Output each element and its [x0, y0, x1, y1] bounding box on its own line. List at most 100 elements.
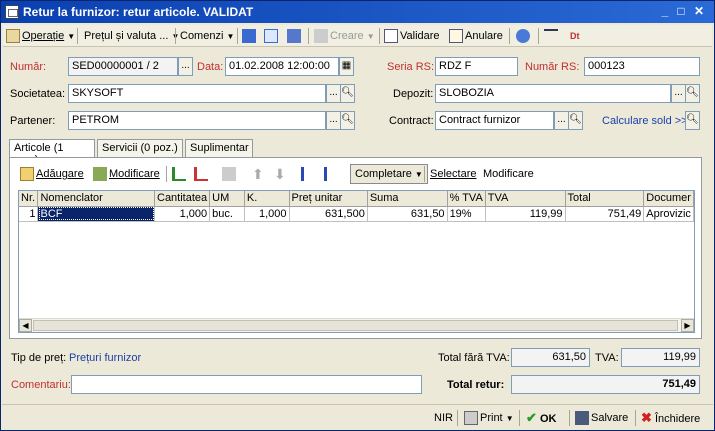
anulare-button[interactable]: Anulare: [449, 27, 503, 45]
total-retur-label: Total retur:: [447, 379, 505, 391]
disabled-icon[interactable]: [222, 165, 238, 183]
column-header[interactable]: Nomenclator: [37, 191, 155, 207]
dt-ct-icon[interactable]: Dt: [570, 27, 580, 45]
table-cell[interactable]: 751,49: [565, 206, 645, 222]
comentariu-field[interactable]: [71, 375, 422, 394]
data-label: Data:: [197, 61, 224, 73]
depozit-browse-button[interactable]: ...: [671, 84, 686, 103]
tab-servicii[interactable]: Servicii (0 poz.): [97, 139, 183, 157]
window-icon: [5, 5, 19, 19]
maximize-icon[interactable]: □: [673, 4, 689, 19]
document-icon[interactable]: [264, 27, 280, 45]
move-up-icon[interactable]: ⬆: [252, 165, 264, 183]
column-header[interactable]: Nr.: [19, 191, 39, 207]
checkmark-icon: ✔: [526, 410, 537, 425]
table-cell[interactable]: 119,99: [485, 206, 566, 222]
comenzi-label: Comenzi: [180, 30, 224, 42]
filter-icon[interactable]: [544, 27, 560, 45]
societatea-field[interactable]: SKYSOFT: [68, 84, 326, 103]
modificare-button[interactable]: Modificare: [93, 165, 160, 183]
table-row[interactable]: 1 BCF 1,000 buc. 1,000 631,500 631,50 19…: [19, 206, 694, 222]
modificare2-label: Modificare: [483, 168, 534, 180]
ok-button[interactable]: ✔ OK: [526, 409, 556, 427]
completare-dropdown[interactable]: Completare ▼: [350, 164, 428, 184]
numar-browse-button[interactable]: ...: [178, 57, 193, 76]
partener-browse-button[interactable]: ...: [326, 111, 341, 130]
societatea-search-icon[interactable]: 🔍︎: [340, 84, 355, 103]
scroll-thumb[interactable]: [33, 320, 678, 331]
partener-field[interactable]: PETROM: [68, 111, 326, 130]
column-header[interactable]: Documer: [643, 191, 694, 207]
close-icon[interactable]: ✕: [691, 4, 707, 19]
minimize-icon[interactable]: _: [657, 4, 673, 19]
column-header[interactable]: Cantitatea: [154, 191, 211, 207]
print-button[interactable]: Print ▼: [464, 409, 514, 427]
table-cell[interactable]: 19%: [447, 206, 486, 222]
column-header[interactable]: TVA: [485, 191, 566, 207]
total-fara-tva-label: Total fără TVA:: [438, 352, 510, 364]
table-cell[interactable]: Aprovizic: [643, 206, 694, 222]
pret-valuta-menu[interactable]: Prețul și valuta ... ▼: [84, 27, 179, 45]
add-icon: [20, 167, 34, 182]
table-cell[interactable]: 1,000: [154, 206, 211, 222]
nir-button[interactable]: NIR: [434, 409, 453, 427]
adaugare-button[interactable]: Adăugare: [20, 165, 84, 183]
contract-browse-button[interactable]: ...: [554, 111, 569, 130]
data-field[interactable]: 01.02.2008 12:00:00: [225, 57, 339, 76]
salvare-button[interactable]: Salvare: [575, 409, 628, 427]
comenzi-menu[interactable]: Comenzi ▼: [180, 27, 234, 45]
window: Retur la furnizor: retur articole. VALID…: [0, 0, 715, 431]
modificare2-button[interactable]: Modificare: [483, 165, 534, 183]
selectare-button[interactable]: Selectare: [430, 165, 476, 183]
tip-pret-link[interactable]: Prețuri furnizor: [69, 352, 141, 364]
column-header[interactable]: Preț unitar: [289, 191, 368, 207]
table-cell[interactable]: 631,500: [289, 206, 368, 222]
column-header[interactable]: UM: [209, 191, 245, 207]
tab-suplimentar[interactable]: Suplimentar: [185, 139, 253, 157]
seria-rs-field[interactable]: RDZ F: [435, 57, 518, 76]
main-toolbar: Operație ▼ Prețul și valuta ... ▼ Comenz…: [3, 25, 712, 47]
table-cell[interactable]: buc.: [209, 206, 245, 222]
depozit-search-icon[interactable]: 🔍︎: [685, 84, 700, 103]
operation-icon: [6, 29, 20, 44]
sort-desc-icon[interactable]: [324, 165, 340, 183]
calendar-icon[interactable]: ▦: [339, 57, 354, 76]
table-cell[interactable]: 1,000: [244, 206, 290, 222]
contract-search-icon[interactable]: 🔍︎: [568, 111, 583, 130]
calculare-sold-search-icon[interactable]: 🔍︎: [685, 111, 700, 130]
comment-icon[interactable]: [516, 27, 532, 45]
comentariu-label: Comentariu:: [11, 379, 71, 391]
depozit-field[interactable]: SLOBOZIA: [435, 84, 671, 103]
move-down-icon[interactable]: ⬇: [274, 165, 286, 183]
edit-icon: [93, 167, 107, 182]
delete-row-icon[interactable]: [194, 165, 210, 183]
pret-label: Prețul și valuta ...: [84, 30, 169, 42]
validare-label: Validare: [400, 30, 440, 42]
horizontal-scrollbar[interactable]: ◀ ▶: [19, 318, 694, 332]
column-header[interactable]: % TVA: [447, 191, 486, 207]
numar-field[interactable]: SED00000001 / 2: [68, 57, 178, 76]
societatea-browse-button[interactable]: ...: [326, 84, 341, 103]
transfer-icon[interactable]: [287, 27, 303, 45]
sort-asc-icon[interactable]: [301, 165, 317, 183]
contract-field[interactable]: Contract furnizor: [435, 111, 554, 130]
tab-articole[interactable]: Articole (1 poz.): [9, 139, 95, 166]
validare-button[interactable]: Validare: [384, 27, 440, 45]
table-cell-selected[interactable]: BCF: [37, 206, 155, 222]
first-record-icon[interactable]: [242, 27, 258, 45]
inchidere-button[interactable]: ✖ Închidere: [641, 409, 700, 427]
partener-search-icon[interactable]: 🔍︎: [340, 111, 355, 130]
column-header[interactable]: Total: [565, 191, 645, 207]
column-header[interactable]: Suma: [367, 191, 448, 207]
table-cell[interactable]: 1: [19, 206, 39, 222]
add-row-icon[interactable]: [172, 165, 188, 183]
creare-button[interactable]: Creare ▼: [314, 27, 375, 45]
scroll-right-icon[interactable]: ▶: [681, 319, 694, 332]
column-header[interactable]: K.: [244, 191, 290, 207]
numar-rs-field[interactable]: 000123: [584, 57, 700, 76]
table-header-row: Nr. Nomenclator Cantitatea UM K. Preț un…: [19, 191, 694, 207]
calculare-sold-link[interactable]: Calculare sold >>: [602, 115, 688, 127]
table-cell[interactable]: 631,50: [367, 206, 448, 222]
operatie-menu[interactable]: Operație ▼: [6, 27, 75, 45]
scroll-left-icon[interactable]: ◀: [19, 319, 32, 332]
